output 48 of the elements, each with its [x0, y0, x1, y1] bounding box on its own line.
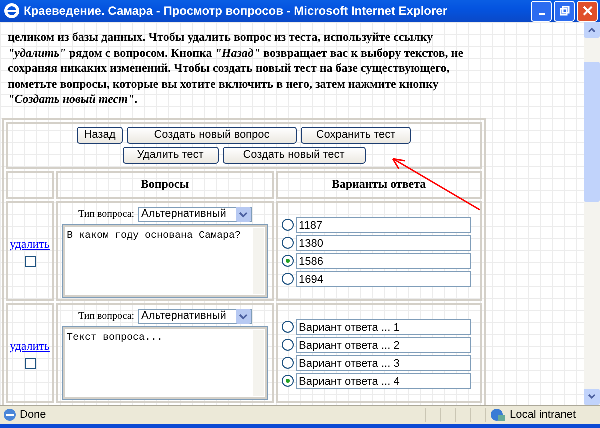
scrollbar[interactable] — [253, 228, 264, 294]
form-button[interactable]: Назад — [77, 126, 123, 144]
window-title: Краеведение. Самара - Просмотр вопросов - Microsoft Internet Explorer — [24, 4, 448, 18]
answer-field[interactable]: 1187 — [296, 216, 471, 232]
answer-field[interactable]: 1586 — [296, 252, 471, 268]
radio-button[interactable] — [282, 272, 294, 284]
maximize-button[interactable] — [554, 0, 575, 22]
minimize-button[interactable] — [531, 0, 552, 22]
radio-button[interactable] — [282, 254, 294, 266]
answer-field[interactable]: Вариант ответа ... 3 — [296, 354, 471, 370]
scrollbar[interactable] — [584, 22, 600, 405]
form-button[interactable]: Сохранить тест — [301, 126, 411, 144]
scroll-down-icon[interactable] — [588, 394, 596, 400]
answer-field[interactable]: Вариант ответа ... 4 — [296, 372, 471, 388]
question-textarea[interactable]: В каком году основана Самара? — [62, 224, 268, 298]
type-dropdown[interactable]: Альтернативный — [138, 206, 252, 222]
form-button[interactable]: Создать новый тест — [222, 146, 366, 164]
radio-button[interactable] — [282, 320, 294, 332]
instructions-text: целиком из базы данных. Чтобы удалить вопрос из теста, используйте ссылку "удалить" рядом с вопросом. Кнопка "Назад" возвращает вас к выбору текстов, не сохраняя никаких изменений. Чтобы создать новый тест на базе существующего, пометьте вопросы, которые вы хотите включить в него, затем нажмите кнопку "Создать новый тест". — [8, 30, 465, 108]
answer-field[interactable]: Вариант ответа ... 2 — [296, 336, 471, 352]
answer-field[interactable]: Вариант ответа ... 1 — [296, 318, 471, 334]
answer-field[interactable]: 1694 — [296, 270, 471, 286]
column-header: Варианты ответа — [332, 177, 426, 191]
type-dropdown[interactable]: Альтернативный — [138, 308, 252, 324]
status-text: Done — [20, 409, 46, 421]
scroll-up-icon[interactable] — [588, 27, 596, 33]
delete-link[interactable]: удалить — [10, 338, 50, 354]
answer-field[interactable]: 1380 — [296, 234, 471, 250]
checkbox[interactable] — [24, 358, 36, 368]
question-textarea[interactable]: Текст вопроса... — [62, 326, 268, 400]
radio-button[interactable] — [282, 236, 294, 248]
type-label: Тип вопроса: — [78, 208, 135, 220]
form-button[interactable]: Создать новый вопрос — [127, 126, 297, 144]
close-icon — [582, 6, 592, 16]
radio-button[interactable] — [282, 338, 294, 350]
radio-button[interactable] — [282, 356, 294, 368]
radio-button[interactable] — [282, 218, 294, 230]
form-button[interactable]: Удалить тест — [122, 146, 218, 164]
close-button[interactable] — [577, 0, 598, 22]
minimize-icon — [538, 13, 544, 15]
radio-button[interactable] — [282, 374, 294, 386]
restore-icon — [560, 6, 570, 16]
scrollbar[interactable] — [253, 330, 264, 396]
column-header: Вопросы — [140, 177, 190, 191]
delete-link[interactable]: удалить — [10, 236, 50, 252]
type-label: Тип вопроса: — [78, 310, 135, 322]
zone-text: Local intranet — [510, 409, 576, 421]
checkbox[interactable] — [24, 256, 36, 266]
